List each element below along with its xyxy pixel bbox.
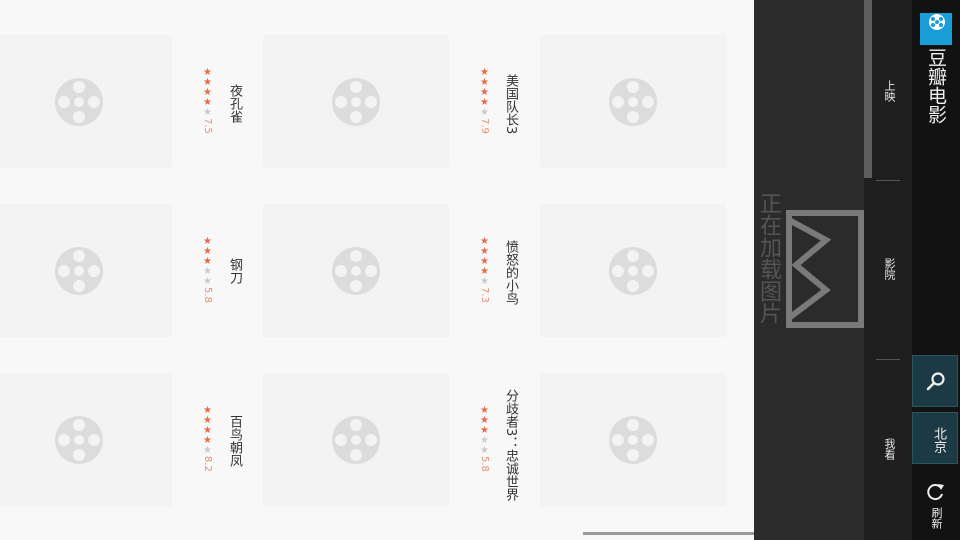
movie-title[interactable]: 愤怒的小鸟 — [503, 240, 518, 305]
movie-rating: ★★★★★5.8 — [479, 405, 490, 472]
tab-label: 上映 — [883, 80, 896, 102]
star-filled-icon: ★ — [202, 246, 213, 256]
search-button[interactable] — [912, 355, 958, 407]
star-filled-icon: ★ — [479, 246, 490, 256]
rating-score: 5.8 — [202, 287, 213, 303]
film-reel-icon — [55, 415, 103, 464]
rating-score: 7.9 — [479, 118, 490, 134]
star-filled-icon: ★ — [479, 236, 490, 246]
star-empty-icon: ★ — [202, 445, 213, 455]
star-filled-icon: ★ — [202, 405, 213, 415]
movie-title[interactable]: 钢刀 — [227, 258, 242, 284]
star-empty-icon: ★ — [202, 266, 213, 276]
star-empty-icon: ★ — [202, 107, 213, 117]
star-filled-icon: ★ — [202, 67, 213, 77]
movie-poster-5[interactable] — [541, 374, 725, 505]
tab-label: 影院 — [883, 258, 896, 280]
tab-label: 我看 — [883, 438, 896, 460]
star-empty-icon: ★ — [202, 276, 213, 286]
star-empty-icon: ★ — [479, 276, 490, 286]
movie-grid: 美国队长3 ★★★★★7.9 夜孔雀 ★★★★★7.5 愤怒的小鸟 ★★★★★7… — [0, 0, 754, 540]
rating-score: 5.8 — [479, 456, 490, 472]
movie-rating: ★★★★★5.8 — [202, 236, 213, 303]
image-placeholder-icon — [786, 210, 864, 328]
star-filled-icon: ★ — [479, 266, 490, 276]
star-rating: ★★★★★ — [202, 67, 213, 117]
movie-poster-8[interactable] — [0, 205, 171, 336]
tab-cinemas[interactable]: 影院 — [864, 180, 912, 358]
movie-title[interactable]: 美国队长3 — [503, 74, 518, 134]
douban-logo-icon — [920, 13, 952, 45]
star-filled-icon: ★ — [479, 67, 490, 77]
vertical-scrollbar[interactable] — [864, 0, 872, 178]
star-filled-icon: ★ — [202, 77, 213, 87]
refresh-button[interactable]: 刷新 — [928, 507, 944, 529]
star-filled-icon: ★ — [479, 405, 490, 415]
movie-rating: ★★★★★7.9 — [479, 67, 490, 134]
star-rating: ★★★★★ — [202, 236, 213, 286]
movie-poster-1[interactable] — [541, 36, 725, 167]
star-rating: ★★★★★ — [202, 405, 213, 455]
film-reel-icon — [55, 246, 103, 295]
film-reel-icon — [332, 246, 380, 295]
film-reel-icon — [332, 415, 380, 464]
star-rating: ★★★★★ — [479, 405, 490, 455]
film-reel-icon — [55, 77, 103, 126]
star-filled-icon: ★ — [479, 415, 490, 425]
star-empty-icon: ★ — [479, 435, 490, 445]
film-reel-icon — [609, 415, 657, 464]
tab-my-watched[interactable]: 我看 — [864, 360, 912, 538]
film-reel-icon — [609, 77, 657, 126]
app-title: 豆瓣电影 — [925, 48, 947, 124]
movie-poster-6[interactable] — [264, 374, 448, 505]
rating-score: 8.2 — [202, 456, 213, 472]
movie-title[interactable]: 分歧者3：忠诚世界 — [503, 389, 518, 501]
star-filled-icon: ★ — [479, 256, 490, 266]
movie-poster-2[interactable] — [264, 36, 448, 167]
star-filled-icon: ★ — [479, 425, 490, 435]
search-icon — [926, 372, 945, 391]
movie-title[interactable]: 百鸟朝凤 — [227, 415, 242, 467]
star-rating: ★★★★★ — [479, 67, 490, 117]
star-filled-icon: ★ — [202, 97, 213, 107]
city-label: 北京 — [931, 427, 946, 453]
loading-text: 正在加载图片 — [756, 192, 781, 324]
star-empty-icon: ★ — [479, 445, 490, 455]
movie-rating: ★★★★★7.3 — [479, 236, 490, 303]
movie-poster-4[interactable] — [264, 205, 448, 336]
rating-score: 7.3 — [479, 287, 490, 303]
movie-poster-3[interactable] — [541, 205, 725, 336]
movie-rating: ★★★★★7.5 — [202, 67, 213, 134]
star-rating: ★★★★★ — [479, 236, 490, 286]
star-filled-icon: ★ — [479, 87, 490, 97]
city-selector-button[interactable]: 北京 — [912, 412, 958, 464]
star-filled-icon: ★ — [202, 256, 213, 266]
star-filled-icon: ★ — [202, 425, 213, 435]
rating-score: 7.5 — [202, 118, 213, 134]
film-reel-icon — [332, 77, 380, 126]
star-empty-icon: ★ — [479, 107, 490, 117]
star-filled-icon: ★ — [202, 435, 213, 445]
star-filled-icon: ★ — [479, 97, 490, 107]
star-filled-icon: ★ — [202, 415, 213, 425]
movie-poster-7[interactable] — [0, 36, 171, 167]
film-reel-icon — [609, 246, 657, 295]
star-filled-icon: ★ — [202, 236, 213, 246]
movie-poster-9[interactable] — [0, 374, 171, 505]
movie-title[interactable]: 夜孔雀 — [227, 84, 242, 123]
star-filled-icon: ★ — [479, 77, 490, 87]
refresh-icon[interactable] — [925, 482, 945, 502]
star-filled-icon: ★ — [202, 87, 213, 97]
movie-rating: ★★★★★8.2 — [202, 405, 213, 472]
